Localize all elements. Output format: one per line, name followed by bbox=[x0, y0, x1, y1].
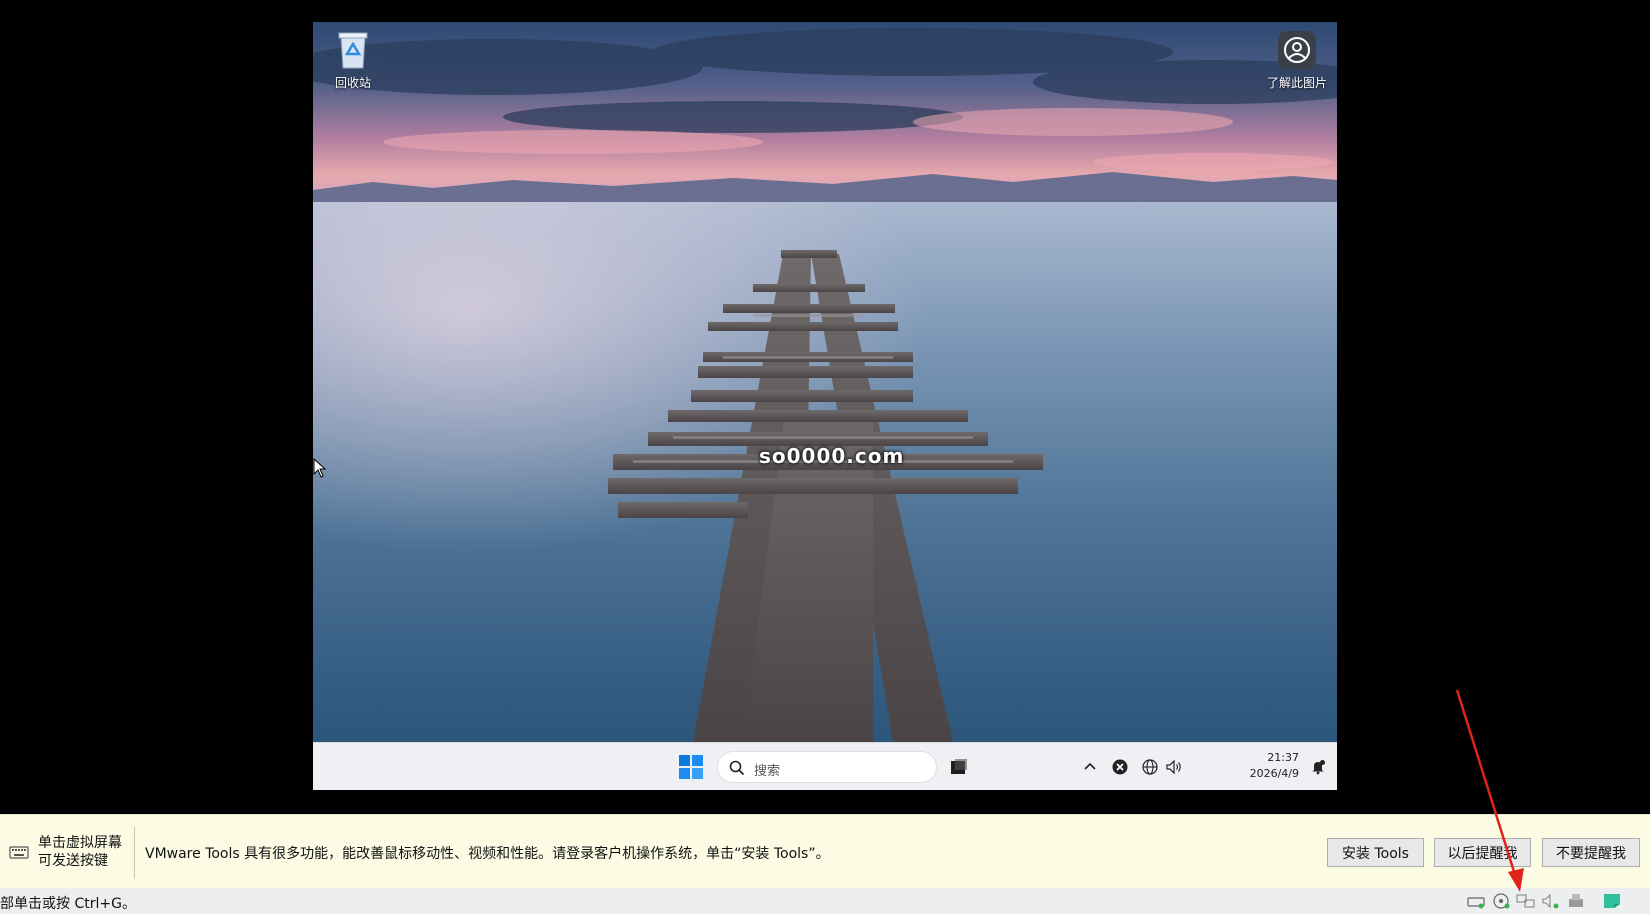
search-icon bbox=[729, 760, 745, 776]
show-hidden-icons-button[interactable] bbox=[1079, 755, 1101, 779]
notification-bell-icon bbox=[1312, 760, 1325, 775]
tray-app-button[interactable] bbox=[1109, 755, 1131, 779]
hard-disk-icon[interactable] bbox=[1466, 892, 1486, 910]
start-button[interactable] bbox=[679, 755, 703, 779]
taskbar-clock[interactable]: 21:37 2026/4/9 bbox=[1243, 750, 1299, 782]
install-tools-button[interactable]: 安装 Tools bbox=[1327, 838, 1424, 867]
desktop-wallpaper bbox=[313, 22, 1337, 742]
windows-logo-icon bbox=[679, 755, 703, 779]
printer-icon[interactable] bbox=[1566, 892, 1586, 910]
notification-divider bbox=[134, 827, 135, 879]
learn-image-icon bbox=[1277, 30, 1317, 70]
sound-icon[interactable] bbox=[1541, 892, 1561, 910]
learn-image-shortcut[interactable]: 了解此图片 bbox=[1257, 30, 1337, 91]
notification-center-button[interactable] bbox=[1307, 755, 1329, 779]
cd-drive-icon[interactable] bbox=[1492, 892, 1512, 910]
never-remind-button[interactable]: 不要提醒我 bbox=[1542, 838, 1640, 867]
click-screen-hint: 单击虚拟屏幕 可发送按键 bbox=[38, 834, 122, 870]
task-view-button[interactable] bbox=[947, 755, 971, 779]
hint-line-2: 可发送按键 bbox=[38, 853, 108, 869]
close-circle-icon bbox=[1112, 759, 1128, 775]
recycle-bin-label: 回收站 bbox=[334, 76, 371, 90]
vmware-tools-notification-bar: 单击虚拟屏幕 可发送按键 VMware Tools 具有很多功能，能改善鼠标移动… bbox=[0, 814, 1650, 888]
remind-later-button[interactable]: 以后提醒我 bbox=[1434, 838, 1531, 867]
vmware-status-bar: 部单击或按 Ctrl+G。 bbox=[0, 888, 1650, 914]
status-text: 部单击或按 Ctrl+G。 bbox=[0, 896, 136, 912]
taskbar: 搜索 21:37 2026/4/9 bbox=[313, 742, 1337, 790]
chevron-up-icon bbox=[1084, 762, 1096, 770]
mouse-cursor-icon bbox=[313, 458, 327, 478]
recycle-bin-icon bbox=[333, 30, 373, 70]
vm-screen[interactable]: 回收站 了解此图片 so0000.com 搜索 21:37 2026/4/9 bbox=[313, 22, 1337, 790]
taskbar-search-box[interactable]: 搜索 bbox=[717, 751, 937, 783]
search-placeholder: 搜索 bbox=[754, 764, 781, 779]
message-log-icon[interactable] bbox=[1602, 892, 1622, 910]
vmware-tools-message: VMware Tools 具有很多功能，能改善鼠标移动性、视频和性能。请登录客户… bbox=[145, 846, 830, 862]
network-button[interactable] bbox=[1139, 755, 1161, 779]
clock-date: 2026/4/9 bbox=[1249, 767, 1299, 780]
globe-icon bbox=[1142, 759, 1158, 775]
recycle-bin-shortcut[interactable]: 回收站 bbox=[313, 30, 393, 91]
clock-time: 21:37 bbox=[1267, 751, 1299, 764]
hint-line-1: 单击虚拟屏幕 bbox=[38, 835, 122, 851]
volume-button[interactable] bbox=[1163, 755, 1185, 779]
keyboard-icon bbox=[9, 846, 29, 859]
watermark-text: so0000.com bbox=[759, 444, 905, 468]
speaker-icon bbox=[1166, 759, 1181, 775]
task-view-icon bbox=[951, 759, 967, 774]
network-icon[interactable] bbox=[1516, 892, 1536, 910]
learn-image-label: 了解此图片 bbox=[1266, 76, 1327, 90]
